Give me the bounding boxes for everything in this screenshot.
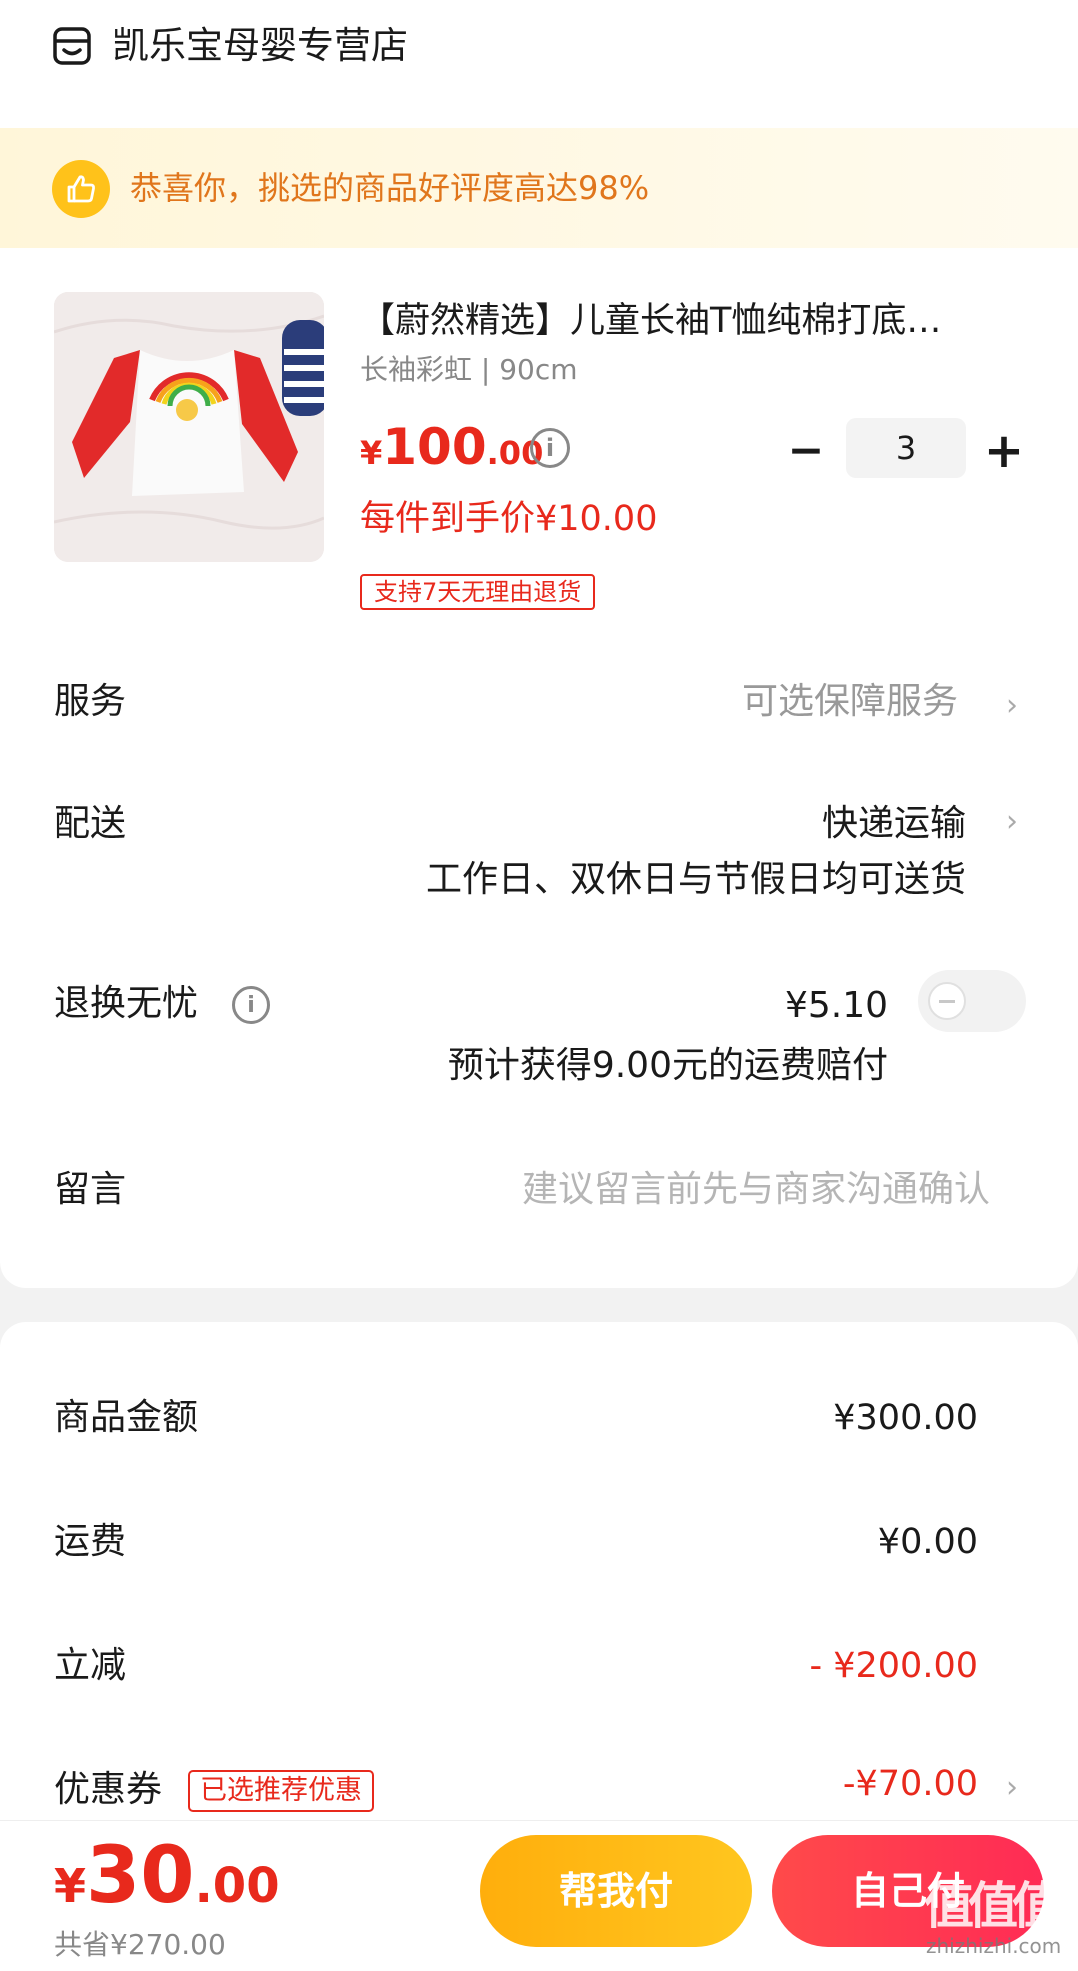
return-insurance-label: 退换无忧 [54,983,199,1024]
coupon-value[interactable]: -¥70.00 [843,1758,978,1810]
coupon-label: 优惠券 [54,1769,163,1810]
total-currency: ¥ [54,1859,87,1913]
order-item-card: 【蔚然精选】儿童长袖T恤纯棉打底… 长袖彩虹 | 90cm ¥ 100 .00 … [0,248,1078,1288]
service-chevron-icon[interactable]: › [1006,680,1018,732]
return-insurance-note: 预计获得9.00元的运费赔付 [447,1045,888,1086]
help-me-pay-button[interactable]: 帮我付 [480,1835,752,1947]
coupon-chevron-icon[interactable]: › [1006,1762,1018,1814]
product-image[interactable] [54,292,324,562]
total-price: ¥ 30 .00 [54,1831,280,1921]
praise-text: 恭喜你，挑选的商品好评度高达98% [130,169,650,207]
message-input[interactable]: 建议留言前先与商家沟通确认 [522,1164,990,1216]
price-integer: 100 [382,418,487,476]
coupon-recommended-badge: 已选推荐优惠 [188,1770,374,1812]
product-title[interactable]: 【蔚然精选】儿童长袖T恤纯棉打底… [360,296,1020,346]
toggle-knob [928,982,966,1020]
price-currency: ¥ [360,434,383,472]
goods-amount-value: ¥300.00 [833,1398,978,1438]
watermark-url: zhizhizhi.com [926,1934,1062,1958]
service-value[interactable]: 可选保障服务 [742,676,958,728]
goods-amount-label: 商品金额 [54,1397,199,1438]
delivery-note: 工作日、双休日与节假日均可送货 [425,859,966,900]
discount-label: 立减 [54,1645,127,1686]
unit-price: 每件到手价¥10.00 [360,499,658,539]
watermark-logo: 值值值 [924,1877,1062,1935]
checkout-bar: ¥ 30 .00 共省¥270.00 帮我付 自己付 [0,1820,1078,1971]
thumbs-up-icon [52,160,110,218]
delivery-chevron-icon[interactable]: › [1006,796,1018,848]
product-price: ¥ 100 .00 [360,418,543,478]
total-decimal: .00 [194,1858,280,1914]
total-integer: 30 [86,1831,195,1921]
store-name[interactable]: 凯乐宝母婴专营店 [112,20,408,72]
message-label: 留言 [54,1169,127,1210]
praise-banner: 恭喜你，挑选的商品好评度高达98% [0,128,1078,248]
delivery-label: 配送 [54,803,127,844]
shipping-value: ¥0.00 [877,1522,978,1562]
discount-value: - ¥200.00 [809,1646,979,1686]
return-policy-badge: 支持7天无理由退货 [360,574,596,610]
delivery-value[interactable]: 快递运输 [822,798,966,850]
return-insurance-toggle[interactable] [918,970,1026,1032]
return-insurance-info-icon[interactable]: i [232,986,270,1024]
quantity-increase-button[interactable]: + [978,424,1030,478]
quantity-input[interactable]: 3 [846,418,966,478]
store-icon[interactable] [52,26,92,66]
service-label: 服务 [54,681,127,722]
return-insurance-price: ¥5.10 [784,985,888,1026]
quantity-decrease-button[interactable]: − [780,426,832,476]
total-saved: 共省¥270.00 [54,1928,226,1961]
price-info-icon[interactable]: i [530,428,570,468]
shipping-label: 运费 [54,1521,127,1562]
product-spec[interactable]: 长袖彩虹 | 90cm [360,350,578,390]
store-header: 凯乐宝母婴专营店 [0,0,1078,128]
